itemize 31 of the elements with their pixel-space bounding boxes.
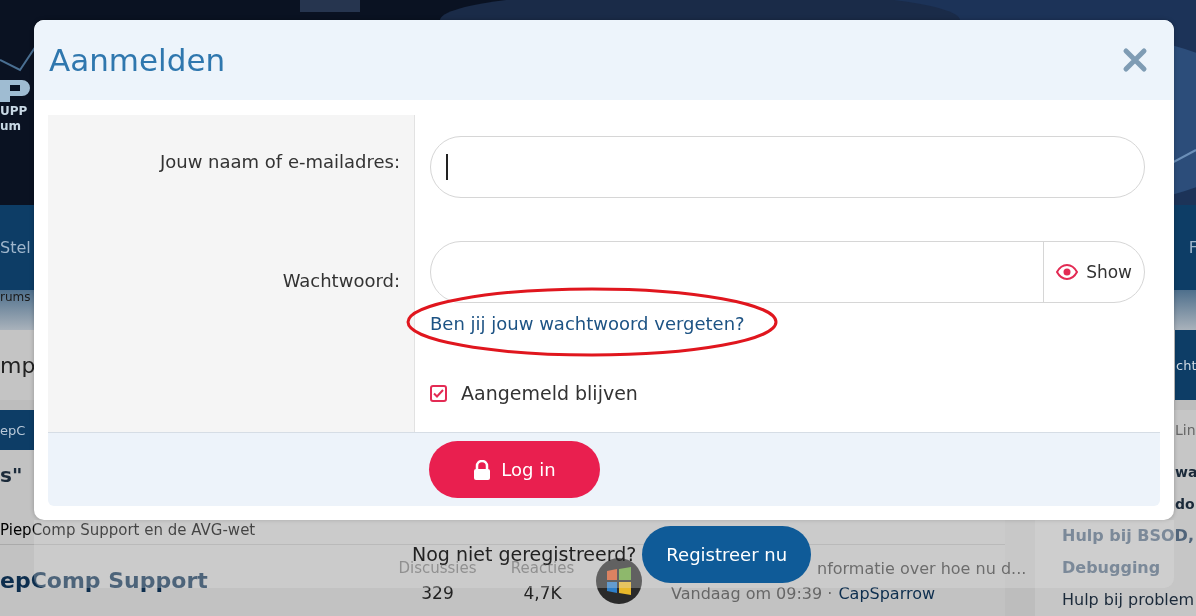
- checkbox-label: Aangemeld blijven: [461, 382, 638, 404]
- register-button[interactable]: Registreer nu: [642, 525, 812, 583]
- header-button[interactable]: cht: [1175, 330, 1196, 400]
- field-label: Wachtwoord:: [282, 270, 400, 293]
- page-title: mp: [0, 352, 36, 378]
- sidebar-text[interactable]: wa: [1175, 456, 1196, 488]
- show-password-button[interactable]: Show: [1043, 242, 1144, 302]
- logo-text: UPP: [0, 105, 29, 117]
- stat-value: 4,7K: [523, 582, 562, 603]
- logo-icon: [0, 80, 30, 102]
- sidebar-text: Lin: [1175, 421, 1196, 440]
- sidebar-text: Hulp bij problem: [1062, 589, 1195, 611]
- nav-link[interactable]: Stel: [0, 238, 31, 257]
- thread-subtitle: PiepComp Support en de AVG-wet: [0, 521, 256, 539]
- forum-title[interactable]: epComp Support: [0, 568, 385, 593]
- sidebar-text[interactable]: do: [1175, 488, 1195, 520]
- stat-value: 329: [421, 582, 454, 603]
- user-link[interactable]: CapSparrow: [838, 583, 936, 603]
- lock-icon: [473, 459, 492, 480]
- eye-icon: [1056, 264, 1079, 280]
- logo-text: um: [0, 120, 23, 132]
- password-field[interactable]: Show: [430, 241, 1145, 303]
- forgot-password-link[interactable]: Ben jij jouw wachtwoord vergeten?: [430, 313, 1145, 334]
- dialog-title: Aanmelden: [49, 42, 226, 78]
- close-icon[interactable]: [1122, 47, 1148, 73]
- login-button[interactable]: Log in: [429, 441, 600, 498]
- breadcrumb[interactable]: rums: [0, 290, 31, 304]
- post-meta: Vandaag om 09:39 ·: [671, 583, 833, 603]
- thread-title[interactable]: s": [0, 463, 23, 487]
- checkbox[interactable]: [430, 384, 447, 402]
- field-label: Jouw naam of e-mailadres:: [159, 151, 400, 174]
